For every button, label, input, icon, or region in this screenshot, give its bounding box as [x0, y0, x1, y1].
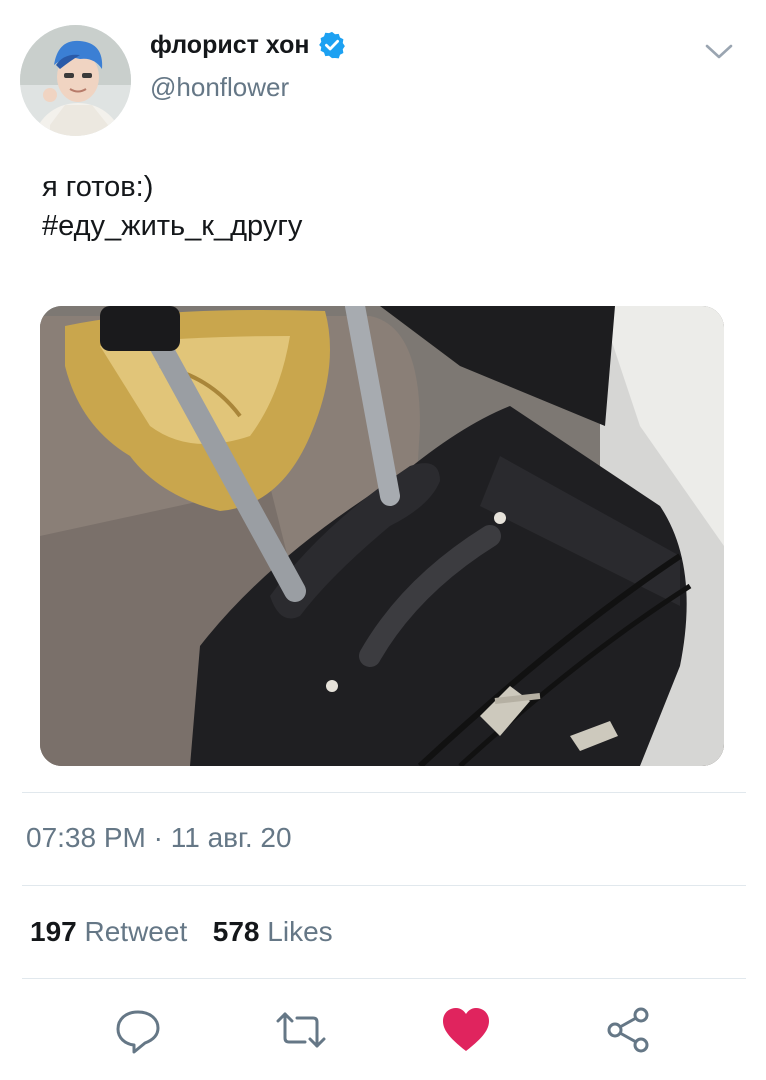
divider: [22, 885, 746, 886]
divider: [22, 792, 746, 793]
tweet-text-line: я готов:): [42, 171, 154, 203]
author-avatar[interactable]: [20, 25, 131, 136]
tweet-stats: 197 Retweet 578 Likes: [30, 916, 333, 948]
avatar-image: [20, 25, 131, 136]
verified-badge-icon: [319, 31, 346, 59]
likes-label: Likes: [267, 916, 333, 947]
retweet-count: 197: [30, 916, 77, 947]
author-handle[interactable]: @honflower: [150, 72, 289, 103]
tweet-text: я готов:) #еду_жить_к_другу: [42, 168, 302, 246]
likes-stat[interactable]: 578 Likes: [213, 916, 333, 947]
heart-icon[interactable]: [440, 1004, 492, 1056]
reply-icon[interactable]: [112, 1004, 164, 1056]
author-display-name[interactable]: флорист хон: [150, 31, 309, 60]
share-icon[interactable]: [603, 1004, 655, 1056]
tweet-timestamp[interactable]: 07:38 PM · 11 авг. 20: [26, 822, 292, 854]
tweet-hashtag[interactable]: #еду_жить_к_другу: [42, 207, 302, 246]
retweet-icon[interactable]: [275, 1004, 327, 1056]
tweet-media-image[interactable]: [40, 306, 724, 766]
suitcase-photo: [40, 306, 724, 766]
retweet-label: Retweet: [84, 916, 188, 947]
likes-count: 578: [212, 916, 260, 947]
retweet-stat[interactable]: 197 Retweet: [30, 916, 195, 947]
divider: [22, 978, 746, 979]
chevron-down-icon[interactable]: [702, 38, 736, 64]
author-name-row: флорист хон: [150, 30, 347, 60]
